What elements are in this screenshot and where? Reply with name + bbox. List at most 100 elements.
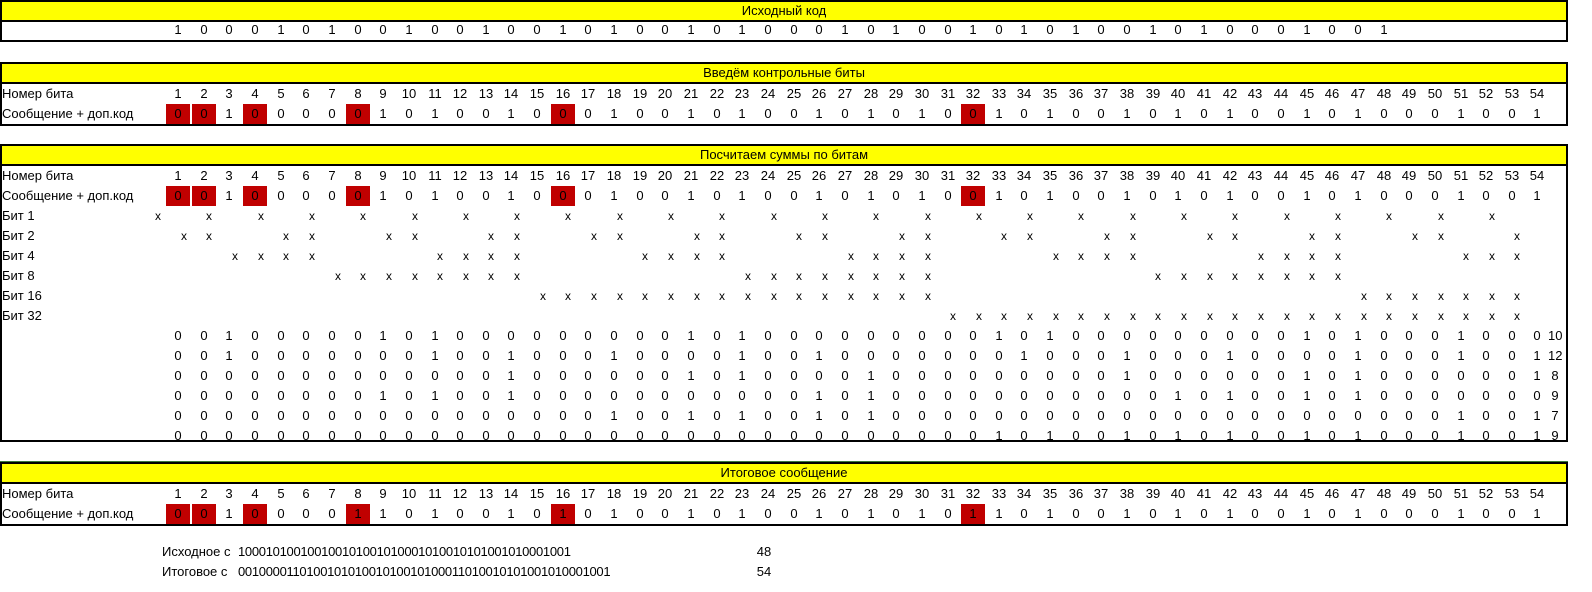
- sum-bit-cell: 0: [841, 408, 849, 423]
- sum-bit-cell: 0: [482, 368, 490, 383]
- source-string-length: 48: [756, 544, 772, 559]
- source-bit-cell: 0: [1251, 22, 1259, 37]
- sum-bit-cell: 1: [1226, 348, 1234, 363]
- sum-bit-cell: 0: [969, 408, 977, 423]
- coverage-mark: x: [1412, 289, 1418, 303]
- final-bit-cell: 0: [1072, 506, 1080, 521]
- final-string-label: Итоговое с: [162, 564, 228, 579]
- sum-bit-cell: 0: [533, 348, 541, 363]
- sum-bit-cell: 0: [277, 328, 285, 343]
- bit-number-cell: 26: [811, 86, 827, 101]
- coverage-mark: x: [1335, 269, 1341, 283]
- sum-bit-cell: 0: [713, 348, 721, 363]
- row-sum-value: 9: [1551, 388, 1559, 403]
- message-bit-cell: 1: [815, 188, 823, 203]
- message-bit-cell: 0: [1277, 188, 1285, 203]
- bit-number-cell: 51: [1453, 486, 1469, 501]
- message-bit-cell: 1: [918, 106, 926, 121]
- sum-bit-cell: 0: [713, 328, 721, 343]
- coverage-mark: x: [309, 229, 315, 243]
- message-bit-cell: 0: [636, 188, 644, 203]
- sum-bit-cell: 0: [892, 328, 900, 343]
- message-bit-cell: 1: [738, 188, 746, 203]
- source-bit-cell: 1: [1020, 22, 1028, 37]
- control-bit-cell: 0: [192, 504, 216, 524]
- message-bit-cell: 0: [1149, 106, 1157, 121]
- message-bit-cell: 1: [1354, 188, 1362, 203]
- sum-bit-cell: 1: [1457, 348, 1465, 363]
- source-bit-cell: 0: [1123, 22, 1131, 37]
- source-bit-cell: 0: [302, 22, 310, 37]
- source-bit-cell: 1: [1072, 22, 1080, 37]
- bit-number-cell: 11: [428, 86, 442, 101]
- sum-bit-cell: 0: [1251, 408, 1259, 423]
- coverage-mark: x: [412, 229, 418, 243]
- coverage-mark: x: [437, 249, 443, 263]
- sum-bit-cell: 0: [1020, 388, 1028, 403]
- bit-number-cell: 15: [529, 86, 545, 101]
- sum-bit-cell: 0: [533, 328, 541, 343]
- bit-number-cell: 53: [1504, 86, 1520, 101]
- bit-number-cell: 23: [734, 486, 750, 501]
- source-bit-cell: 0: [918, 22, 926, 37]
- sum-bit-cell: 1: [1123, 428, 1131, 443]
- message-bit-cell: 0: [584, 188, 592, 203]
- sum-bit-cell: 0: [1533, 328, 1541, 343]
- sum-bit-cell: 1: [610, 408, 618, 423]
- sum-bit-cell: 0: [764, 348, 772, 363]
- sum-bit-cell: 0: [713, 428, 721, 443]
- sum-bit-cell: 0: [1097, 348, 1105, 363]
- bit-number-cell: 49: [1401, 168, 1417, 183]
- sum-bit-cell: 0: [1251, 348, 1259, 363]
- sum-bit-cell: 0: [456, 408, 464, 423]
- source-code-header: Исходный код: [0, 0, 1568, 22]
- sum-bit-cell: 0: [661, 328, 669, 343]
- sum-bit-cell: 0: [636, 328, 644, 343]
- sum-bit-cell: 0: [1431, 388, 1439, 403]
- sum-bit-cell: 1: [738, 348, 746, 363]
- sum-bit-cell: 0: [969, 388, 977, 403]
- source-bit-cell: 0: [1277, 22, 1285, 37]
- final-bit-cell: 0: [1149, 506, 1157, 521]
- sum-bit-cell: 0: [1405, 428, 1413, 443]
- sum-bit-cell: 0: [1380, 428, 1388, 443]
- coverage-mark: x: [514, 229, 520, 243]
- coverage-mark: x: [1001, 309, 1007, 323]
- coverage-mark: x: [360, 269, 366, 283]
- bit-number-cell: 27: [837, 86, 853, 101]
- bit-number-cell: 25: [786, 486, 802, 501]
- sum-bit-cell: 0: [1277, 368, 1285, 383]
- bit-number-cell: 40: [1170, 486, 1186, 501]
- sum-bit-cell: 0: [1457, 368, 1465, 383]
- message-bit-cell: 1: [379, 188, 387, 203]
- message-bit-cell: 0: [1482, 106, 1490, 121]
- sum-bit-cell: 0: [764, 368, 772, 383]
- bit-number-cell: 4: [251, 168, 259, 183]
- bit-number-cell: 43: [1247, 168, 1263, 183]
- message-bit-cell: 1: [507, 188, 515, 203]
- sum-bit-cell: 0: [867, 328, 875, 343]
- source-bit-cell: 1: [174, 22, 182, 37]
- sum-bit-cell: 0: [405, 428, 413, 443]
- sum-bit-cell: 0: [328, 348, 336, 363]
- source-bit-cell: 1: [405, 22, 413, 37]
- message-bit-cell: 0: [790, 188, 798, 203]
- control-bit-cell: 0: [551, 104, 575, 124]
- sum-bit-cell: 0: [1380, 408, 1388, 423]
- coverage-mark: x: [1258, 269, 1264, 283]
- final-bit-cell: 1: [687, 506, 695, 521]
- final-bit-cell: 1: [1303, 506, 1311, 521]
- message-bit-cell: 0: [790, 106, 798, 121]
- sum-bit-cell: 1: [1354, 328, 1362, 343]
- sum-bit-cell: 0: [1431, 408, 1439, 423]
- bit-number-cell: 41: [1196, 86, 1212, 101]
- coverage-mark: x: [412, 269, 418, 283]
- bit-number-cell: 30: [914, 86, 930, 101]
- sum-bit-cell: 1: [225, 328, 233, 343]
- source-bit-cell: 0: [636, 22, 644, 37]
- message-bit-cell: 0: [713, 188, 721, 203]
- source-bit-cell: 1: [1380, 22, 1388, 37]
- bit-number-cell: 32: [965, 86, 981, 101]
- bit-number-cell: 52: [1478, 86, 1494, 101]
- sum-bit-cell: 0: [354, 428, 362, 443]
